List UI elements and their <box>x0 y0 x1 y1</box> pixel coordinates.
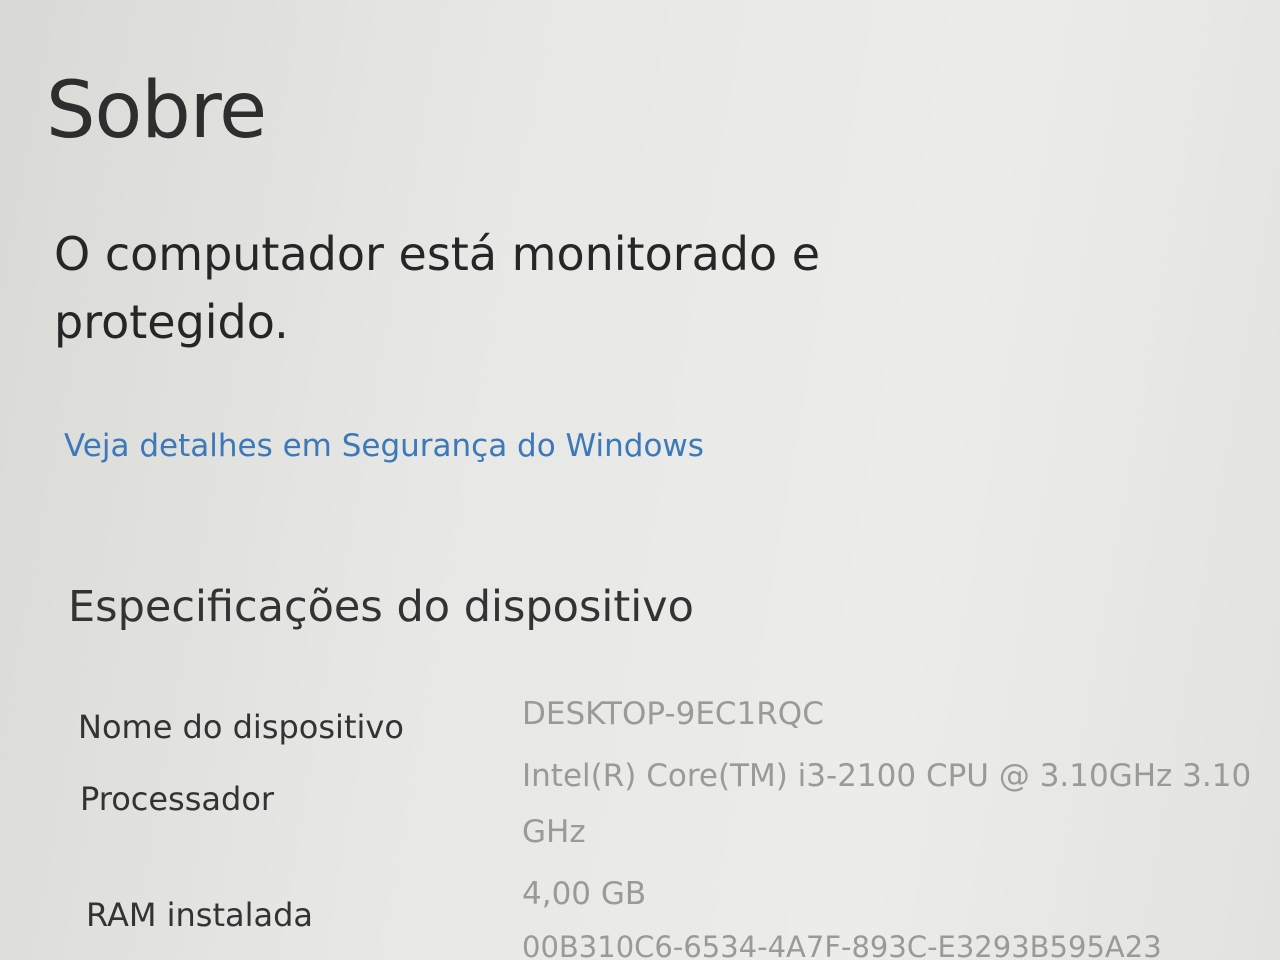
protection-status-line-2: protegido. <box>54 295 289 349</box>
processor-label: Processador <box>80 780 275 818</box>
processor-value-line-2: GHz <box>522 814 586 850</box>
ram-value: 4,00 GB <box>522 876 647 912</box>
windows-security-link[interactable]: Veja detalhes em Segurança do Windows <box>64 428 704 464</box>
settings-about-page: Sobre O computador está monitorado e pro… <box>0 0 1280 960</box>
device-id-value-partial: 00B310C6-6534-4A7F-893C-E3293B595A23 <box>522 930 1162 960</box>
device-specs-heading: Especificações do dispositivo <box>68 582 694 632</box>
protection-status: O computador está monitorado e protegido… <box>54 220 954 356</box>
protection-status-line-1: O computador está monitorado e <box>54 227 821 281</box>
device-name-value: DESKTOP-9EC1RQC <box>522 696 824 732</box>
processor-value-line-1: Intel(R) Core(TM) i3-2100 CPU @ 3.10GHz … <box>522 758 1252 794</box>
device-name-label: Nome do dispositivo <box>78 708 404 746</box>
page-title: Sobre <box>46 66 267 156</box>
ram-label: RAM instalada <box>86 896 314 934</box>
